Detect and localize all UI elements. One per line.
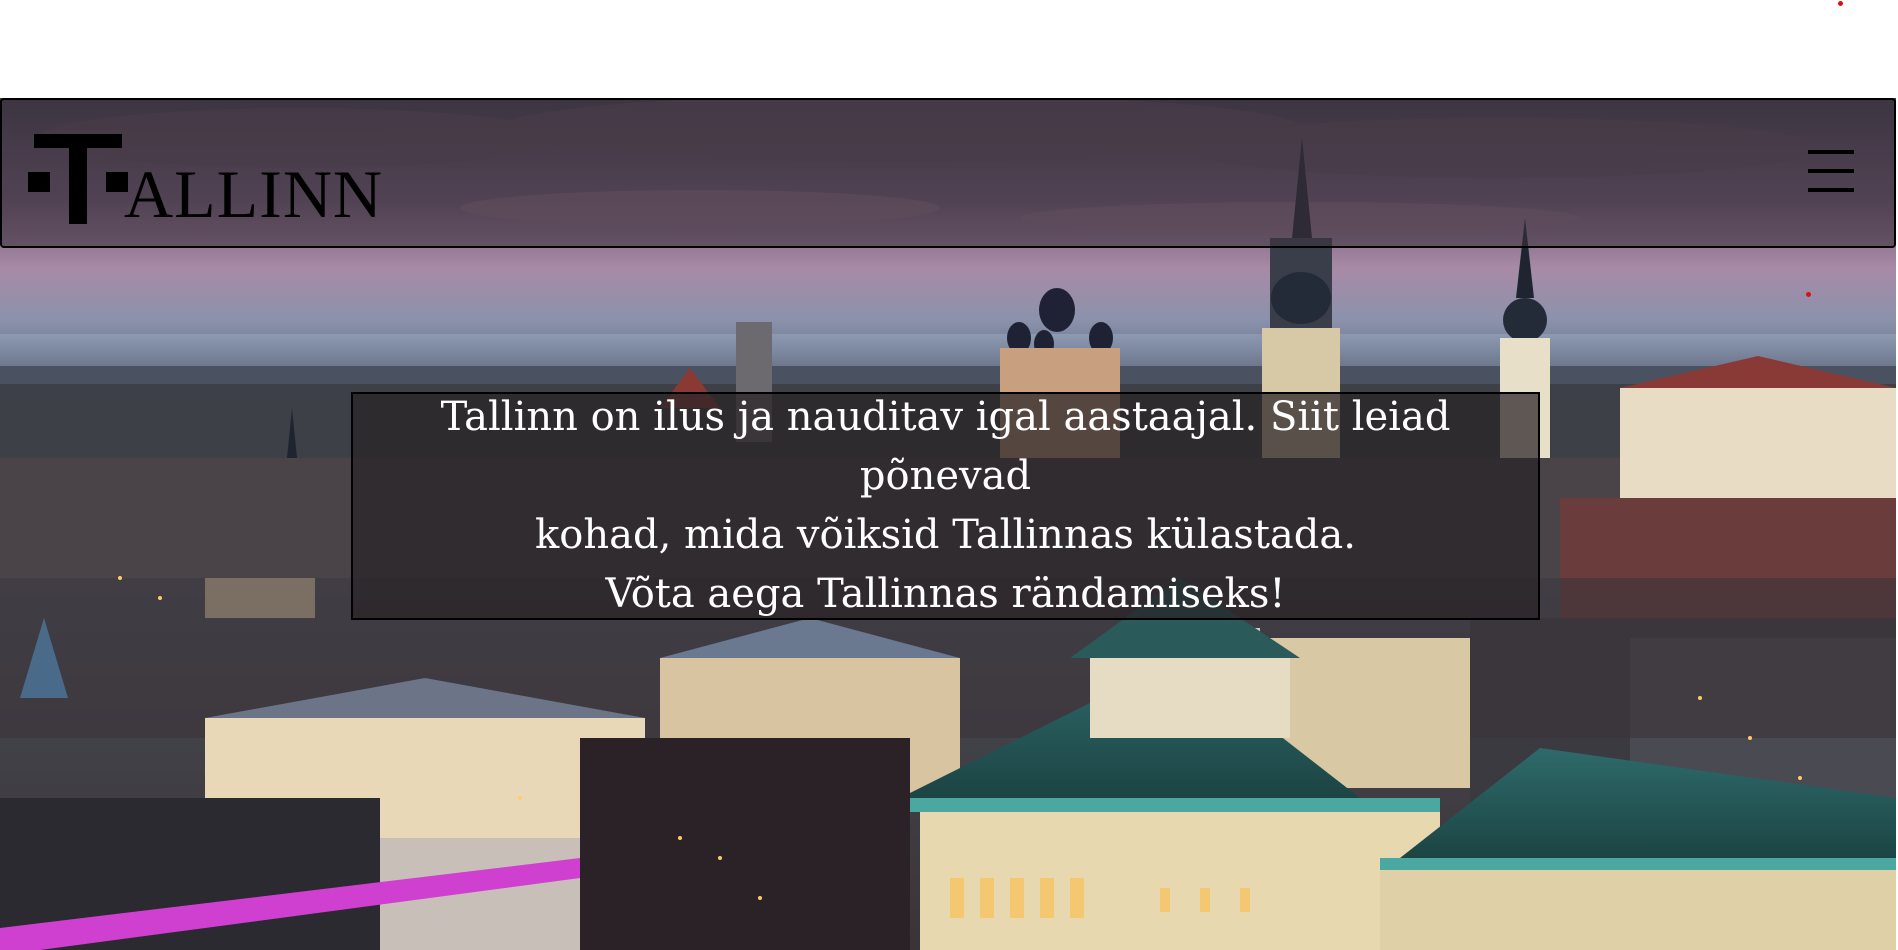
page: ALLINN Tallinn on ilus ja nauditav igal … [0, 0, 1898, 950]
logo-t-mark [28, 128, 128, 228]
hamburger-menu-icon[interactable] [1808, 150, 1854, 192]
intro-line-2: kohad, mida võiksid Tallinnas külastada. [535, 512, 1356, 558]
site-logo[interactable]: ALLINN [28, 118, 383, 228]
site-header: ALLINN [0, 98, 1896, 248]
logo-text: ALLINN [124, 156, 384, 232]
red-dot-marker [1806, 292, 1811, 297]
intro-text-box: Tallinn on ilus ja nauditav igal aastaaj… [351, 392, 1540, 620]
intro-line-3: Võta aega Tallinnas rändamiseks! [605, 571, 1286, 617]
red-dot-marker [1838, 1, 1843, 6]
intro-line-1: Tallinn on ilus ja nauditav igal aastaaj… [440, 394, 1451, 499]
